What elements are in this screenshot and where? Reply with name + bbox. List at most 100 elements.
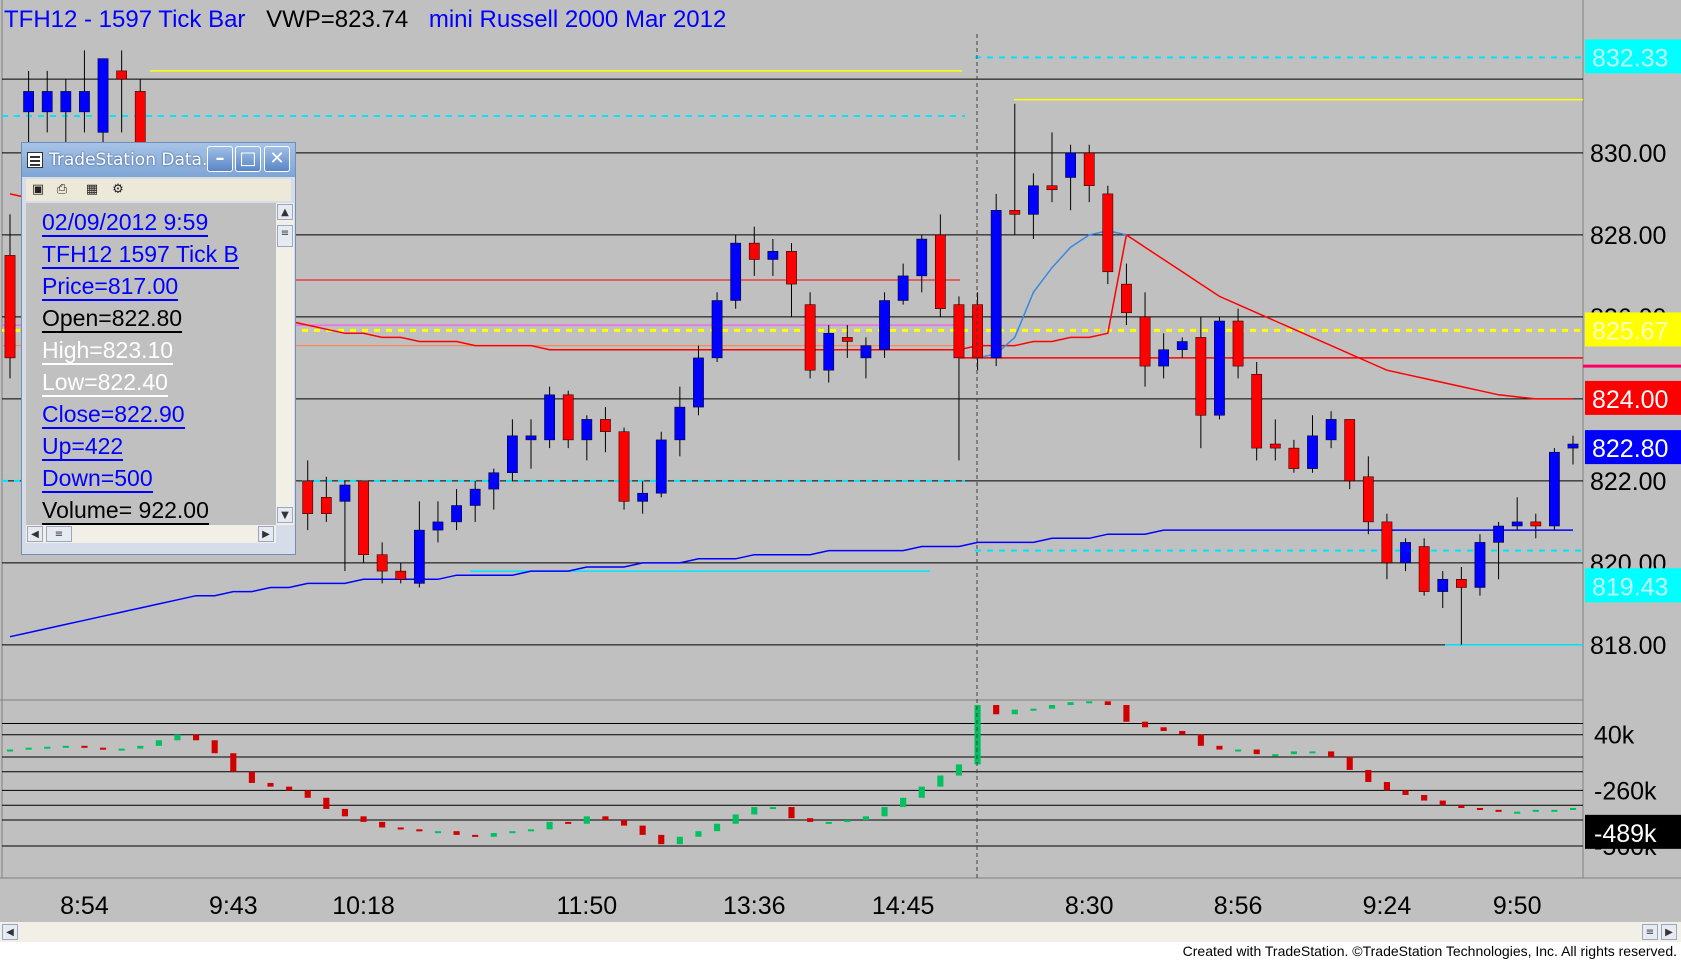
- candle-body: [1307, 435, 1318, 469]
- candle-body: [1195, 337, 1207, 416]
- dw-open: Open=822.80: [42, 305, 183, 333]
- volume-bar: [881, 807, 888, 817]
- volume-bar: [1048, 705, 1056, 709]
- price-tag-label: 825.67: [1592, 317, 1668, 345]
- volume-bar: [304, 790, 311, 798]
- chart-scroll-right-icon[interactable]: ▶: [1661, 924, 1677, 940]
- candle-body: [376, 554, 388, 572]
- chart-hscrollbar[interactable]: ◀ ≡ ▶: [0, 922, 1681, 942]
- dw-high: High=823.10: [42, 337, 174, 365]
- candle-body: [1325, 419, 1337, 441]
- volume-bar: [788, 807, 795, 819]
- chart-symbol: TFH12 - 1597 Tick Bar: [4, 6, 245, 33]
- candle-body: [79, 91, 90, 113]
- volume-bar: [1160, 727, 1167, 731]
- svg-text:TFH12 - 1597 Tick Bar VWP=: TFH12 - 1597 Tick Bar VWP=823.74 mini Ru…: [4, 6, 726, 33]
- print-icon[interactable]: ⎙: [54, 182, 70, 198]
- volume-bar: [81, 745, 88, 748]
- candle-body: [916, 238, 928, 277]
- candle-body: [1232, 320, 1244, 367]
- dw-price: Price=817.00: [42, 273, 179, 301]
- volume-bar: [658, 834, 665, 845]
- time-axis-label: 13:36: [723, 892, 786, 920]
- footer-credit: Created with TradeStation. ©TradeStation…: [1182, 943, 1677, 959]
- chart-scroll-thumb[interactable]: ≡: [1642, 924, 1658, 940]
- scroll-right-icon[interactable]: ▶: [258, 526, 274, 542]
- data-window-hscrollbar[interactable]: ◀ ≡ ▶: [26, 525, 276, 543]
- volume-axis-label: 40k: [1594, 722, 1635, 750]
- price-axis-label: 822.00: [1590, 468, 1666, 496]
- volume-bar: [1104, 701, 1111, 705]
- volume-bar: [1141, 721, 1149, 728]
- minimize-button[interactable]: –: [207, 146, 233, 172]
- candle-body: [432, 521, 444, 531]
- time-axis-label: 10:18: [332, 892, 395, 920]
- volume-bar: [118, 748, 125, 751]
- volume-bar: [1086, 701, 1093, 704]
- volume-bar: [1328, 751, 1335, 757]
- candle-body: [488, 472, 500, 490]
- volume-bar: [862, 816, 869, 821]
- candle-body: [748, 242, 760, 260]
- dw-close: Close=822.90: [42, 401, 185, 429]
- grid-icon[interactable]: ▦: [84, 182, 100, 198]
- volume-bar: [546, 821, 553, 830]
- candle-body: [990, 210, 1002, 359]
- hscroll-thumb[interactable]: ≡: [46, 526, 72, 542]
- candle-body: [674, 406, 686, 441]
- chart-description: mini Russell 2000 Mar 2012: [429, 6, 726, 33]
- data-window-vscrollbar[interactable]: ▲ ≡ ▼: [276, 203, 294, 525]
- volume-bar: [825, 821, 832, 824]
- volume-bar: [416, 829, 423, 832]
- properties-icon[interactable]: ⚙: [110, 182, 126, 198]
- close-button[interactable]: ✕: [264, 146, 290, 172]
- volume-bar: [565, 821, 572, 824]
- volume-bar: [99, 747, 107, 750]
- candle-body: [1102, 193, 1114, 273]
- candle-body: [1381, 521, 1393, 564]
- data-window[interactable]: TradeStation Data... – □ ✕ ▣ ⎙ ▦ ⚙ 02/09…: [21, 142, 296, 555]
- volume-bar: [807, 818, 814, 822]
- candle-body: [1493, 525, 1504, 543]
- maximize-button[interactable]: □: [235, 146, 261, 172]
- chart-scroll-left-icon[interactable]: ◀: [2, 924, 18, 940]
- candle-body: [302, 480, 314, 514]
- candle-body: [953, 304, 965, 359]
- candle-body: [97, 58, 109, 133]
- volume-bar: [267, 782, 274, 787]
- volume-bar: [955, 764, 963, 776]
- volume-bar: [639, 825, 646, 835]
- candle-body: [1455, 579, 1467, 588]
- volume-bar: [1290, 751, 1297, 755]
- candle-body: [804, 304, 816, 371]
- dw-up: Up=422: [42, 433, 124, 461]
- time-axis-label: 9:43: [209, 892, 258, 920]
- chart-vwp: VWP=823.74: [266, 6, 408, 33]
- candle-body: [1567, 443, 1579, 449]
- volume-bar: [732, 814, 739, 824]
- candle-body: [637, 492, 649, 502]
- save-icon[interactable]: ▣: [30, 182, 46, 198]
- scroll-down-icon[interactable]: ▼: [277, 507, 293, 523]
- candle-body: [1083, 152, 1095, 186]
- volume-bar: [676, 836, 683, 845]
- candle-body: [786, 251, 797, 285]
- candle-body: [841, 337, 853, 342]
- candle-body: [600, 419, 611, 432]
- volume-bar: [751, 807, 758, 815]
- volume-bar: [490, 833, 497, 837]
- volume-bar: [602, 816, 609, 821]
- scroll-left-icon[interactable]: ◀: [27, 526, 43, 542]
- scroll-thumb[interactable]: ≡: [277, 225, 293, 247]
- time-axis-label: 9:50: [1493, 892, 1542, 920]
- volume-bar: [379, 821, 386, 828]
- volume-bar: [1346, 756, 1353, 770]
- candle-body: [562, 394, 574, 441]
- volume-bar: [1569, 807, 1577, 810]
- candle-body: [1530, 521, 1542, 527]
- volume-bar: [900, 797, 907, 808]
- time-axis-label: 8:54: [60, 892, 109, 920]
- scroll-up-icon[interactable]: ▲: [277, 204, 293, 220]
- volume-bar: [714, 823, 721, 832]
- candle-body: [358, 480, 369, 555]
